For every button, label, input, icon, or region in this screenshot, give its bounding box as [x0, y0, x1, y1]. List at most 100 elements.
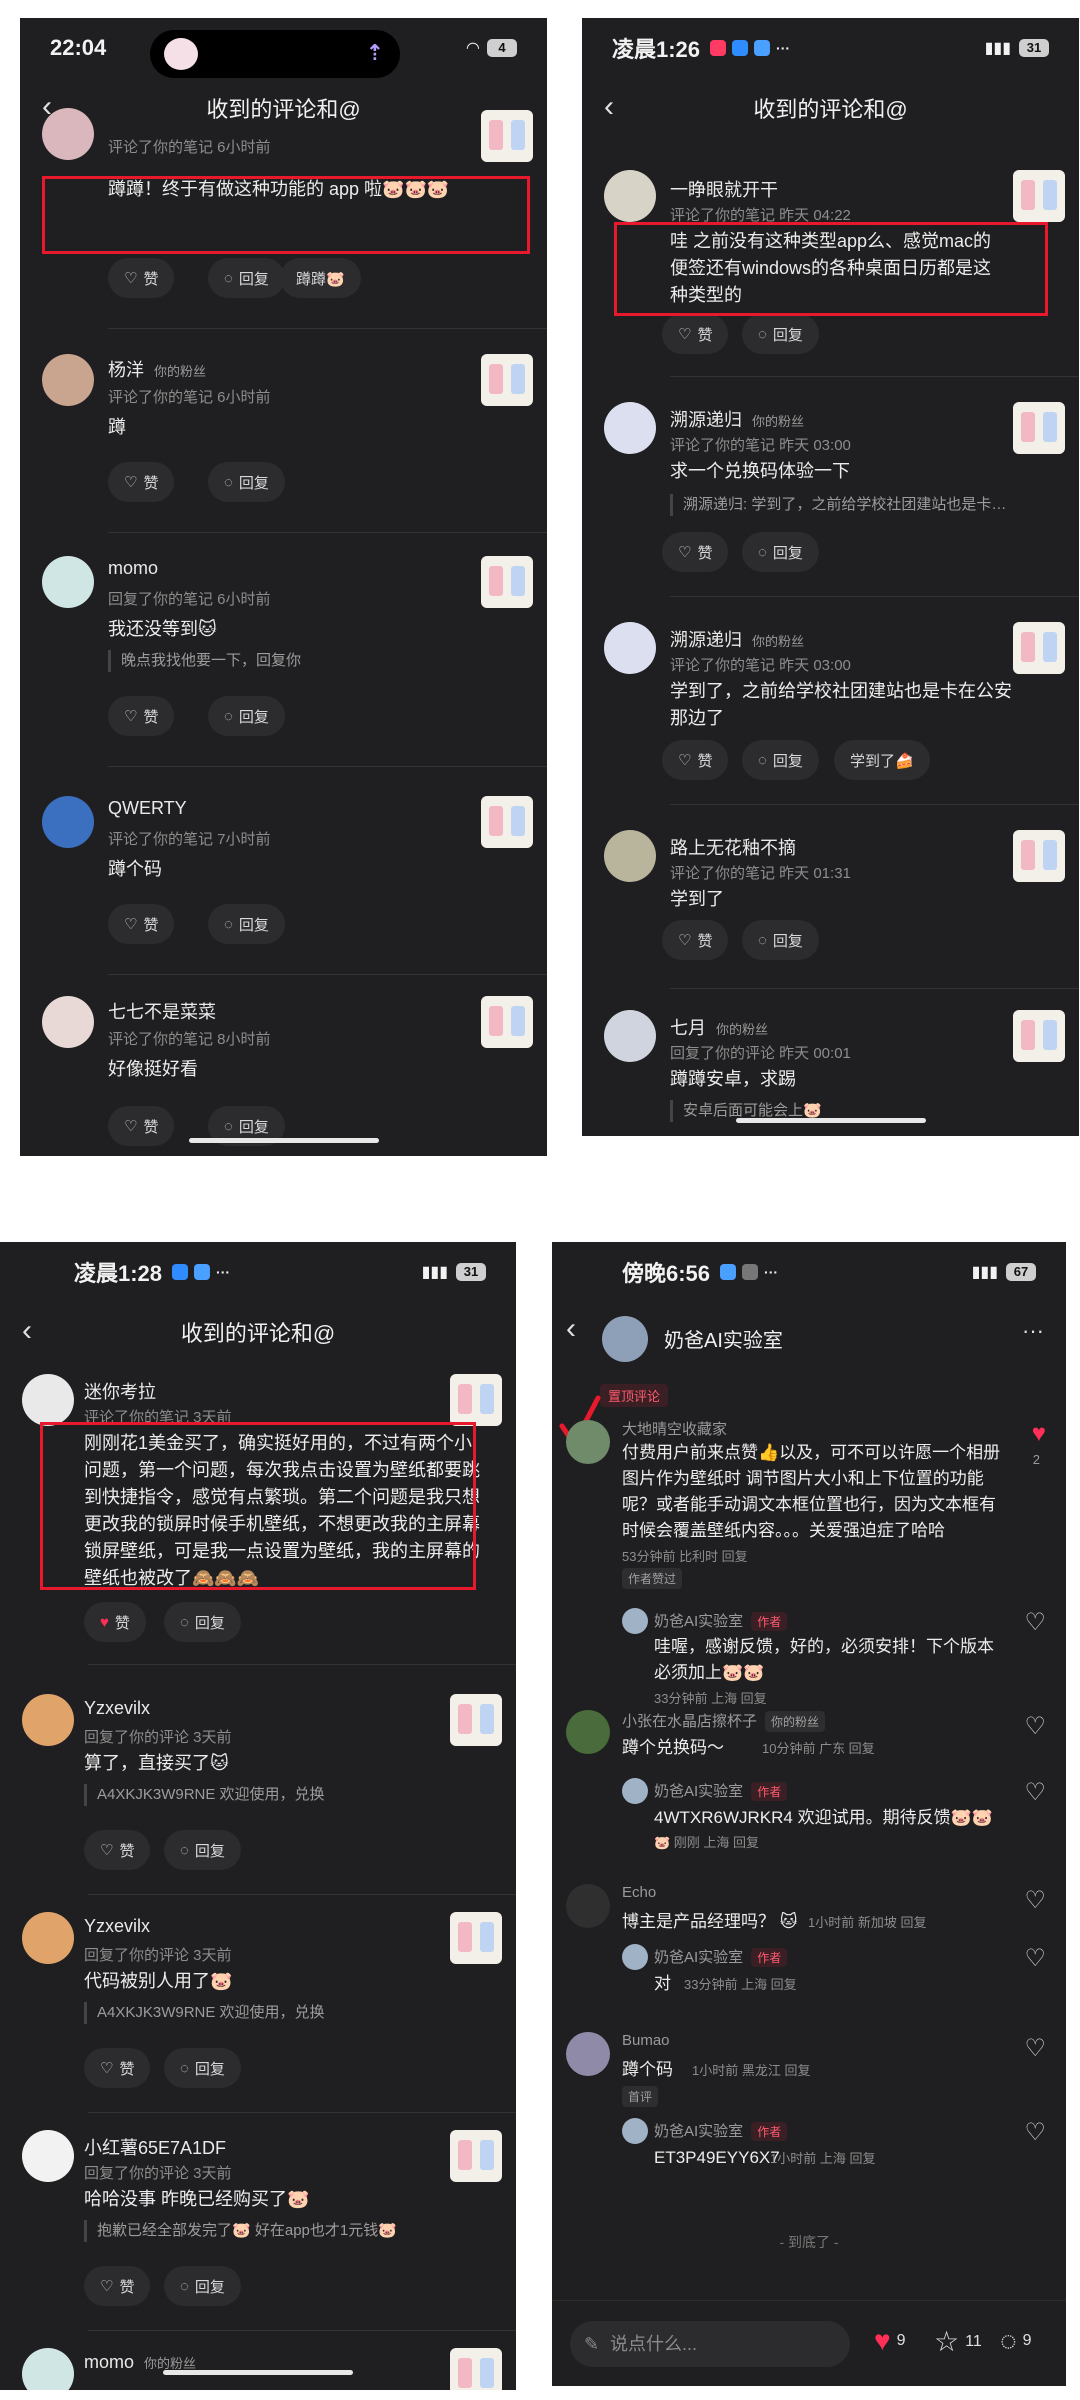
favorite-button[interactable]: ☆ 11	[934, 2325, 982, 2358]
avatar[interactable]	[42, 796, 94, 848]
like-button[interactable]: ♡ 赞	[84, 1830, 151, 1870]
dynamic-island: ⇡	[150, 30, 400, 78]
avatar[interactable]	[22, 2130, 74, 2182]
avatar[interactable]	[604, 170, 656, 222]
avatar[interactable]	[22, 1694, 74, 1746]
like-total-button[interactable]: ♥ 9	[874, 2325, 906, 2357]
note-thumbnail[interactable]	[1013, 622, 1065, 674]
end-of-list: - 到底了 -	[779, 2234, 839, 2250]
like-button[interactable]: ♡ 赞	[108, 1106, 175, 1146]
heart-outline-icon[interactable]: ♡	[1024, 1712, 1046, 1741]
like-button[interactable]: ♡ 赞	[662, 740, 729, 780]
avatar[interactable]	[622, 1778, 648, 1804]
reply-button[interactable]: ◌ 回复	[208, 904, 285, 944]
chat-bubble-icon: ◌	[180, 2277, 189, 2295]
heart-outline-icon[interactable]: ♡	[1024, 2034, 1046, 2063]
back-arrow-icon[interactable]: ‹	[566, 1312, 576, 1346]
reply-button[interactable]: ◌ 回复	[208, 258, 285, 298]
like-button[interactable]: ♡ 赞	[108, 696, 175, 736]
like-button[interactable]: ♡ 赞	[662, 314, 729, 354]
note-thumbnail[interactable]	[450, 1374, 502, 1426]
avatar[interactable]	[42, 108, 94, 160]
comment-text: 好像挺好看	[108, 1059, 198, 1079]
avatar[interactable]	[622, 1608, 648, 1634]
heart-outline-icon[interactable]: ♡	[1024, 1886, 1046, 1915]
note-thumbnail[interactable]	[481, 556, 533, 608]
avatar[interactable]	[604, 622, 656, 674]
avatar[interactable]	[566, 1884, 610, 1928]
avatar[interactable]	[566, 1420, 610, 1464]
avatar[interactable]	[604, 402, 656, 454]
quick-reply-chip[interactable]: 蹲蹲🐷	[280, 258, 361, 298]
more-icon[interactable]: ···	[1022, 1318, 1044, 1344]
comment-meta: 10分钟前 广东 回复	[762, 1741, 875, 1756]
note-thumbnail[interactable]	[1013, 1010, 1065, 1062]
avatar[interactable]	[604, 1010, 656, 1062]
avatar[interactable]	[602, 1316, 648, 1362]
avatar[interactable]	[22, 1374, 74, 1426]
back-arrow-icon[interactable]: ‹	[604, 90, 614, 124]
heart-outline-icon[interactable]: ♡	[1024, 1944, 1046, 1973]
highlight-box	[40, 1422, 476, 1590]
note-thumbnail[interactable]	[481, 796, 533, 848]
avatar[interactable]	[42, 354, 94, 406]
heart-filled-icon[interactable]: ♥	[1032, 1420, 1046, 1448]
note-thumbnail[interactable]	[1013, 402, 1065, 454]
reply-button[interactable]: ◌ 回复	[742, 532, 819, 572]
avatar[interactable]	[566, 1710, 610, 1754]
comment-meta: 评论了你的笔记 7小时前	[108, 831, 271, 848]
heart-outline-icon[interactable]: ♡	[1024, 2118, 1046, 2147]
notification-icons: ···	[720, 1264, 778, 1280]
note-thumbnail[interactable]	[450, 2348, 502, 2390]
heart-outline-icon[interactable]: ♡	[1024, 1778, 1046, 1807]
note-thumbnail[interactable]	[481, 110, 533, 162]
avatar[interactable]	[566, 2032, 610, 2076]
note-thumbnail[interactable]	[481, 996, 533, 1048]
avatar[interactable]	[604, 830, 656, 882]
note-thumbnail[interactable]	[450, 2130, 502, 2182]
note-thumbnail[interactable]	[450, 1912, 502, 1964]
avatar[interactable]	[22, 1912, 74, 1964]
chat-bubble-icon: ◌	[758, 543, 767, 561]
avatar[interactable]	[622, 1944, 648, 1970]
avatar[interactable]	[22, 2348, 74, 2390]
chat-bubble-icon: ◌	[224, 269, 233, 287]
upload-cloud-icon: ⇡	[365, 40, 384, 65]
reply-button[interactable]: ◌ 回复	[208, 696, 285, 736]
comment-input[interactable]: ✎ 说点什么...	[570, 2321, 850, 2367]
reply-button[interactable]: ◌ 回复	[742, 740, 819, 780]
like-button[interactable]: ♡ 赞	[108, 258, 175, 298]
divider	[108, 328, 547, 329]
like-button[interactable]: ♡ 赞	[662, 532, 729, 572]
reply-button[interactable]: ◌ 回复	[164, 2266, 241, 2306]
heart-outline-icon[interactable]: ♡	[1024, 1608, 1046, 1637]
avatar[interactable]	[42, 996, 94, 1048]
like-button[interactable]: ♡ 赞	[108, 462, 175, 502]
reply-button[interactable]: ◌ 回复	[164, 1830, 241, 1870]
like-button[interactable]: ♡ 赞	[662, 920, 729, 960]
reply-button[interactable]: ◌ 回复	[742, 314, 819, 354]
back-arrow-icon[interactable]: ‹	[22, 1314, 32, 1348]
quick-reply-chip[interactable]: 学到了🍰	[834, 740, 930, 780]
comment-count-button[interactable]: ◌ 9	[1000, 2325, 1032, 2357]
avatar[interactable]	[42, 556, 94, 608]
reply-button[interactable]: ◌ 回复	[164, 1602, 241, 1642]
note-thumbnail[interactable]	[481, 354, 533, 406]
note-thumbnail[interactable]	[1013, 830, 1065, 882]
like-button[interactable]: ♡ 赞	[84, 2048, 151, 2088]
avatar[interactable]	[622, 2118, 648, 2144]
note-thumbnail[interactable]	[1013, 170, 1065, 222]
app-icon	[710, 40, 727, 56]
battery-indicator: 67	[1006, 1263, 1036, 1281]
divider	[108, 766, 547, 767]
reply-button[interactable]: ◌ 回复	[208, 462, 285, 502]
reply-button[interactable]: ◌ 回复	[742, 920, 819, 960]
like-button[interactable]: ♡ 赞	[108, 904, 175, 944]
note-thumbnail[interactable]	[450, 1694, 502, 1746]
username: Yzxevilx	[84, 1698, 151, 1718]
like-button[interactable]: ♥ 赞	[84, 1602, 146, 1642]
reply-button[interactable]: ◌ 回复	[164, 2048, 241, 2088]
app-icon	[754, 40, 771, 56]
status-right: ◠ 4	[467, 38, 517, 58]
like-button[interactable]: ♡ 赞	[84, 2266, 151, 2306]
